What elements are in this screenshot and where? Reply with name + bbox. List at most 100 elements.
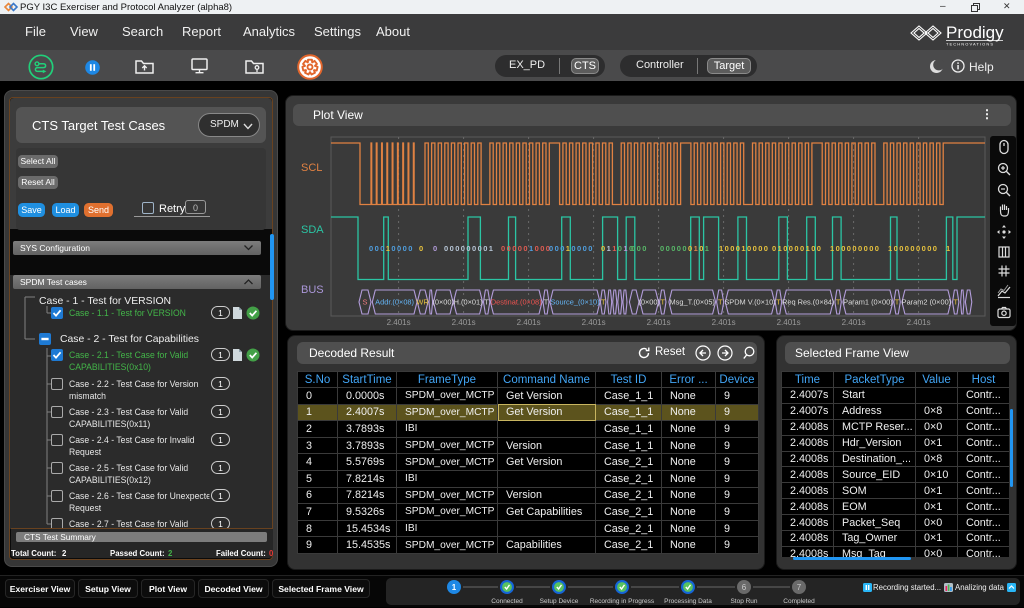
svg-text:1: 1 (612, 244, 616, 253)
svg-text:0: 0 (688, 244, 692, 253)
svg-text:T: T (718, 298, 723, 307)
svg-text:0: 0 (858, 244, 862, 253)
svg-text:Msg_T.(0×05): Msg_T.(0×05) (670, 298, 715, 307)
svg-text:0: 0 (894, 244, 898, 253)
svg-text:0: 0 (933, 244, 937, 253)
svg-text:0: 0 (666, 244, 670, 253)
svg-text:2.401s: 2.401s (777, 318, 801, 327)
svg-text:0: 0 (852, 244, 856, 253)
svg-text:0: 0 (916, 244, 920, 253)
svg-text:0: 0 (507, 244, 511, 253)
svg-text:0: 0 (794, 244, 798, 253)
svg-text:TECHNOVATIONS: TECHNOVATIONS (946, 42, 994, 47)
svg-text:Param2 (0×00): Param2 (0×00) (902, 298, 952, 307)
svg-text:Addr.(0×08): Addr.(0×08) (375, 298, 414, 307)
svg-text:0: 0 (699, 244, 703, 253)
svg-text:0: 0 (403, 244, 407, 253)
svg-text:0: 0 (369, 244, 373, 253)
svg-text:H.(0×01): H.(0×01) (454, 298, 483, 307)
svg-text:0: 0 (478, 244, 482, 253)
svg-text:T: T (895, 298, 900, 307)
svg-text:SPDM V.(0×10): SPDM V.(0×10) (724, 298, 775, 307)
svg-text:WR: WR (416, 298, 428, 307)
svg-text:0: 0 (789, 244, 793, 253)
svg-text:0: 0 (875, 244, 879, 253)
svg-text:0: 0 (725, 244, 729, 253)
svg-text:1: 1 (888, 244, 892, 253)
svg-text:0: 0 (899, 244, 903, 253)
svg-text:0: 0 (730, 244, 734, 253)
svg-text:0: 0 (847, 244, 851, 253)
svg-text:0: 0 (631, 244, 635, 253)
svg-text:0: 0 (905, 244, 909, 253)
svg-text:0: 0 (549, 244, 553, 253)
svg-text:0: 0 (501, 244, 505, 253)
svg-text:0: 0 (523, 244, 527, 253)
svg-text:Connected: Connected (491, 598, 523, 605)
svg-text:2.401s: 2.401s (517, 318, 541, 327)
svg-text:Source_(0×10): Source_(0×10) (550, 298, 599, 307)
svg-text:1: 1 (623, 244, 627, 253)
svg-text:0: 0 (461, 244, 465, 253)
svg-text:0: 0 (864, 244, 868, 253)
svg-text:0: 0 (555, 244, 559, 253)
svg-text:0: 0 (618, 244, 622, 253)
svg-text:0: 0 (772, 244, 776, 253)
svg-text:1: 1 (694, 244, 698, 253)
svg-text:0: 0 (375, 244, 379, 253)
svg-text:Stop Run: Stop Run (730, 598, 757, 605)
svg-text:0: 0 (588, 244, 592, 253)
svg-text:Param1 (0×00): Param1 (0×00) (843, 298, 893, 307)
svg-text:0: 0 (927, 244, 931, 253)
svg-text:0: 0 (758, 244, 762, 253)
svg-text:1: 1 (529, 244, 533, 253)
svg-text:0: 0 (540, 244, 544, 253)
svg-text:0: 0 (671, 244, 675, 253)
svg-text:1: 1 (452, 583, 457, 592)
svg-text:0: 0 (380, 244, 384, 253)
svg-text:SCL: SCL (301, 162, 322, 174)
svg-text:1: 1 (778, 244, 782, 253)
svg-text:1: 1 (705, 244, 709, 253)
svg-text:0: 0 (483, 244, 487, 253)
svg-text:0: 0 (397, 244, 401, 253)
svg-text:0: 0 (677, 244, 681, 253)
svg-text:0: 0 (512, 244, 516, 253)
svg-text:BUS: BUS (301, 284, 324, 296)
svg-text:2.401s: 2.401s (387, 318, 411, 327)
svg-text:S: S (363, 298, 368, 307)
svg-text:Processing Data: Processing Data (664, 598, 712, 605)
svg-text:2.401s: 2.401s (647, 318, 671, 327)
svg-text:7: 7 (797, 583, 802, 592)
svg-text:T: T (836, 298, 841, 307)
svg-text:0: 0 (753, 244, 757, 253)
svg-text:0: 0 (910, 244, 914, 253)
svg-text:0: 0 (783, 244, 787, 253)
svg-text:2.401s: 2.401s (712, 318, 736, 327)
svg-text:Completed: Completed (783, 598, 815, 605)
svg-text:0: 0 (841, 244, 845, 253)
svg-text:0: 0 (836, 244, 840, 253)
svg-text:0: 0 (472, 244, 476, 253)
svg-text:2.401s: 2.401s (907, 318, 931, 327)
svg-text:1: 1 (830, 244, 834, 253)
svg-text:2.401s: 2.401s (582, 318, 606, 327)
svg-text:0: 0 (637, 244, 641, 253)
svg-text:0: 0 (433, 244, 437, 253)
svg-text:0: 0 (922, 244, 926, 253)
svg-text:1: 1 (489, 244, 493, 253)
svg-text:1: 1 (566, 244, 570, 253)
svg-text:1: 1 (946, 244, 950, 253)
svg-text:SDA: SDA (301, 224, 324, 236)
svg-text:1: 1 (719, 244, 723, 253)
svg-text:1: 1 (607, 244, 611, 253)
svg-text:0: 0 (736, 244, 740, 253)
svg-text:Recording in Progress: Recording in Progress (590, 598, 655, 605)
svg-text:0: 0 (811, 244, 815, 253)
svg-text:2.401s: 2.401s (842, 318, 866, 327)
svg-text:T: T (776, 298, 781, 307)
svg-text:1: 1 (386, 244, 390, 253)
svg-text:Prodigy: Prodigy (946, 23, 1004, 42)
svg-text:T: T (661, 298, 666, 307)
svg-text:Setup Device: Setup Device (540, 598, 579, 605)
